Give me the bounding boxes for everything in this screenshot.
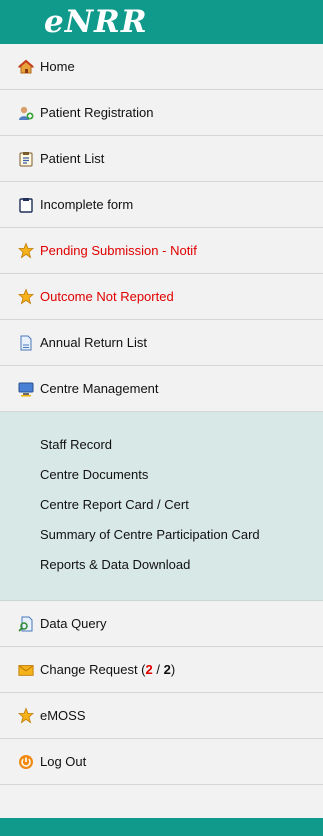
- monitor-icon: [18, 381, 34, 397]
- document-icon: [18, 335, 34, 351]
- menu-label: Home: [40, 59, 75, 74]
- star-icon: [18, 242, 34, 259]
- submenu-item-centre-report-card[interactable]: Centre Report Card / Cert: [0, 490, 323, 520]
- add-user-icon: [18, 105, 34, 121]
- submenu-item-reports-data-download[interactable]: Reports & Data Download: [0, 550, 323, 580]
- submenu-item-centre-participation-card[interactable]: Summary of Centre Participation Card: [0, 520, 310, 550]
- power-icon: [18, 754, 34, 770]
- menu-item-patient-list[interactable]: Patient List: [0, 136, 323, 182]
- clipboard-icon: [18, 197, 34, 213]
- star-icon: [18, 288, 34, 305]
- change-request-text: Change Request (: [40, 662, 146, 677]
- star-icon: [18, 707, 34, 724]
- menu-label: Annual Return List: [40, 335, 147, 350]
- menu-item-centre-management[interactable]: Centre Management: [0, 366, 323, 412]
- logo-bar: eNRR: [0, 0, 323, 44]
- menu-label: Data Query: [40, 616, 107, 631]
- change-request-label: Change Request (2 / 2): [40, 662, 175, 677]
- change-request-close-paren: ): [170, 662, 176, 677]
- app-logo: eNRR: [44, 4, 148, 40]
- clipboard-list-icon: [18, 151, 34, 167]
- menu-label: Pending Submission - Notif: [40, 243, 197, 258]
- menu-label: Incomplete form: [40, 197, 134, 212]
- search-document-icon: [18, 616, 34, 632]
- menu-label: eMOSS: [40, 708, 86, 723]
- menu-item-patient-registration[interactable]: Patient Registration: [0, 90, 323, 136]
- menu-label: Log Out: [40, 754, 87, 769]
- footer-bar: [0, 818, 323, 836]
- menu-item-outcome-not-reported[interactable]: Outcome Not Reported: [0, 274, 323, 320]
- menu-item-emoss[interactable]: eMOSS: [0, 693, 323, 739]
- menu-item-home[interactable]: Home: [0, 44, 323, 90]
- menu-item-logout[interactable]: Log Out: [0, 739, 323, 785]
- change-request-separator: /: [152, 662, 164, 677]
- lower-menu: Data Query Change Request (2 / 2) eMOSS …: [0, 601, 323, 785]
- home-icon: [18, 59, 34, 75]
- menu-item-pending-submission[interactable]: Pending Submission - Notif: [0, 228, 323, 274]
- menu-item-incomplete-form[interactable]: Incomplete form: [0, 182, 323, 228]
- menu-label: Outcome Not Reported: [40, 289, 174, 304]
- submenu-item-centre-documents[interactable]: Centre Documents: [0, 460, 323, 490]
- menu-item-annual-return-list[interactable]: Annual Return List: [0, 320, 323, 366]
- menu-item-change-request[interactable]: Change Request (2 / 2): [0, 647, 323, 693]
- menu-item-data-query[interactable]: Data Query: [0, 601, 323, 647]
- change-request-total-count: 2: [163, 662, 171, 677]
- main-menu: Home Patient Registration Patient List I…: [0, 44, 323, 412]
- menu-label: Patient List: [40, 151, 105, 166]
- centre-management-submenu: Staff Record Centre Documents Centre Rep…: [0, 412, 323, 601]
- mail-icon: [18, 662, 34, 678]
- sidebar: eNRR Home Patient Registration Patient L…: [0, 0, 323, 836]
- menu-label: Centre Management: [40, 381, 159, 396]
- menu-label: Patient Registration: [40, 105, 154, 120]
- change-request-pending-count: 2: [145, 662, 153, 677]
- submenu-item-staff-record[interactable]: Staff Record: [0, 430, 323, 460]
